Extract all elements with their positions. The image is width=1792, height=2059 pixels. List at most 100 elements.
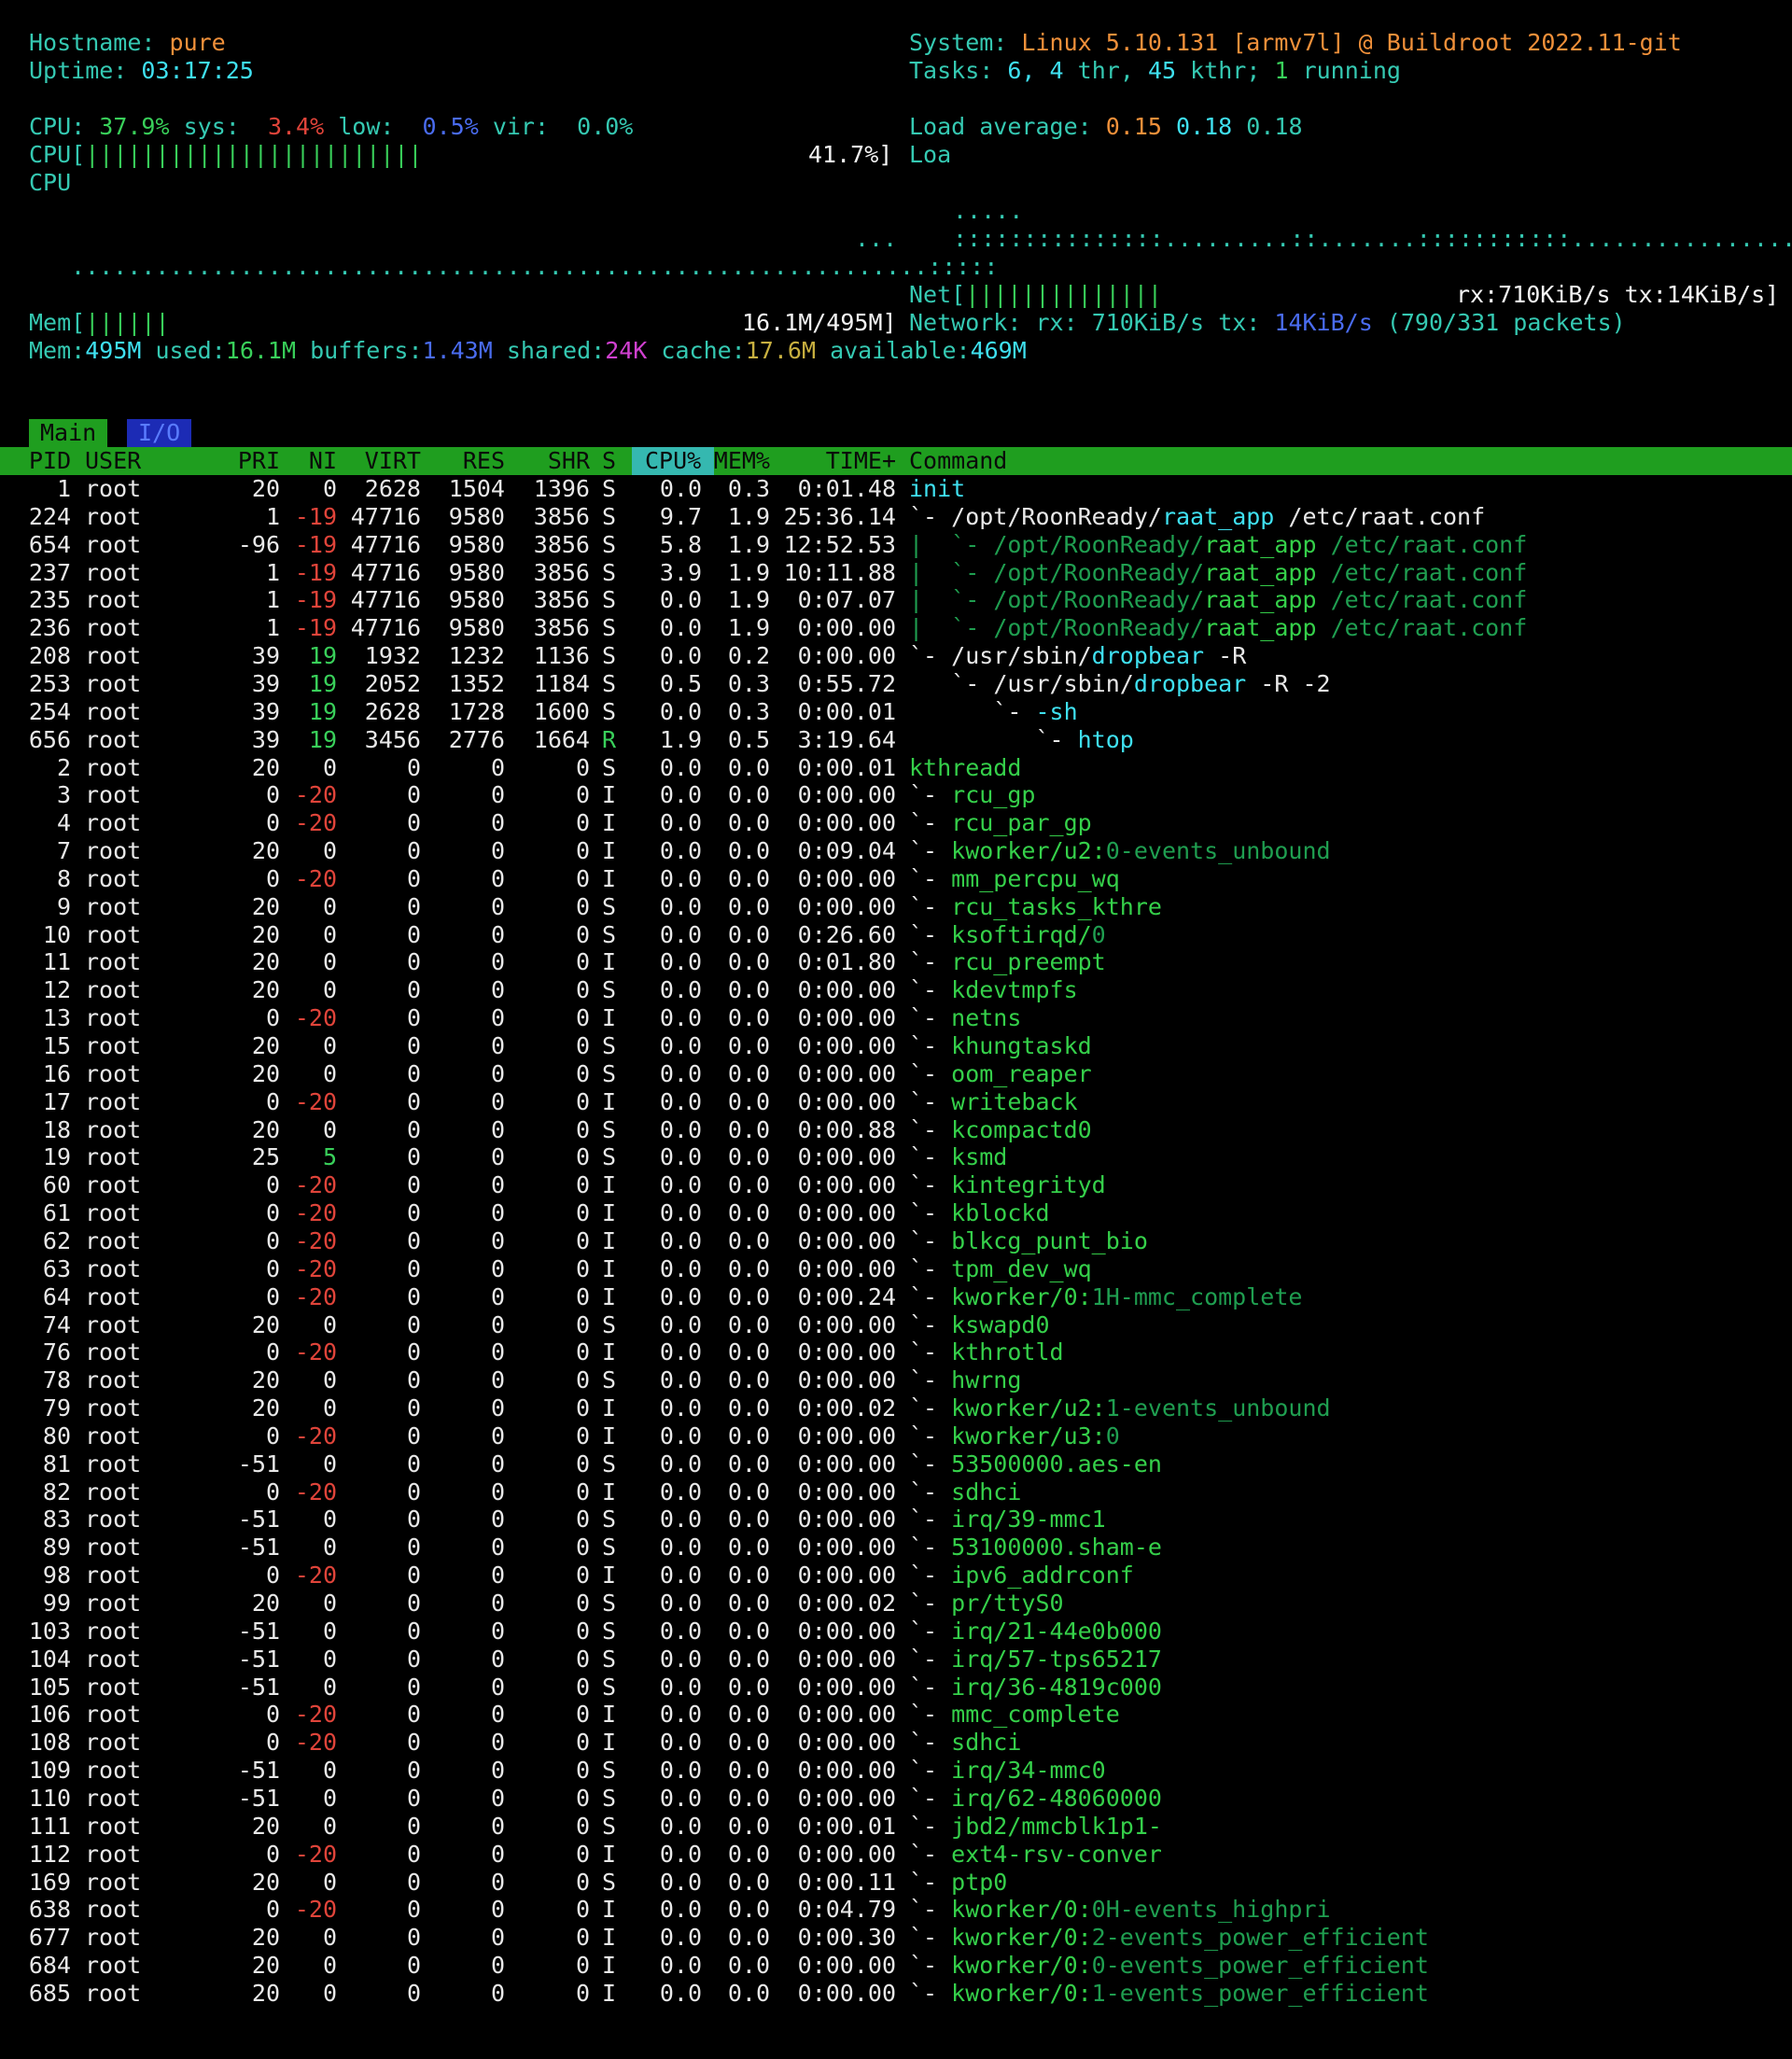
cell-mem: 0.0 <box>727 1199 770 1227</box>
col-pri[interactable]: PRI <box>224 447 280 475</box>
table-row[interactable]: 224 root 1 -19 47716 9580 3856 S 9.7 1.9 25:36.14 `… <box>0 503 1792 531</box>
tree-branch: | `- <box>909 530 994 558</box>
command-dir: /opt/RoonReady/ <box>993 586 1205 614</box>
cell-user: root <box>85 558 142 586</box>
col-state[interactable]: S <box>602 447 616 475</box>
cell-res: 0 <box>490 1171 505 1199</box>
table-row[interactable]: 18 root 20 0 0 0 0 S 0.0 0.0 0:00.88 `- kcompactd0 <box>0 1116 1792 1144</box>
table-row[interactable]: 7 root 20 0 0 0 0 I 0.0 0.0 0:09.04 `- kworker/u2:0… <box>0 837 1792 865</box>
cell-shr: 0 <box>575 1701 590 1729</box>
col-cpu[interactable]: CPU% <box>632 447 714 475</box>
table-row[interactable]: 12 root 20 0 0 0 0 S 0.0 0.0 0:00.00 `- kdevtmpfs <box>0 976 1792 1004</box>
col-user[interactable]: USER <box>85 447 141 475</box>
table-row[interactable]: 638 root 0 -20 0 0 0 I 0.0 0.0 0:04.79 `- kworker/0… <box>0 1896 1792 1924</box>
table-row[interactable]: 10 root 20 0 0 0 0 S 0.0 0.0 0:26.60 `- ksoftirqd/0 <box>0 921 1792 949</box>
table-row[interactable]: 11 root 20 0 0 0 0 I 0.0 0.0 0:01.80 `- rcu_preempt <box>0 948 1792 976</box>
cell-command: `- sdhci <box>909 1478 1021 1506</box>
table-row[interactable]: 82 root 0 -20 0 0 0 I 0.0 0.0 0:00.00 `- sdhci <box>0 1478 1792 1506</box>
cell-time: 0:00.00 <box>797 1143 896 1171</box>
table-row[interactable]: 108 root 0 -20 0 0 0 I 0.0 0.0 0:00.00 `- sdhci <box>0 1729 1792 1757</box>
cell-user: root <box>85 1310 142 1338</box>
col-time[interactable]: TIME+ <box>770 447 896 475</box>
cell-shr: 0 <box>575 1534 590 1562</box>
table-row[interactable]: 80 root 0 -20 0 0 0 I 0.0 0.0 0:00.00 `- kworker/u3… <box>0 1422 1792 1450</box>
table-row[interactable]: 110 root -51 0 0 0 0 S 0.0 0.0 0:00.00 `- irq/62-48… <box>0 1785 1792 1813</box>
table-row[interactable]: 105 root -51 0 0 0 0 S 0.0 0.0 0:00.00 `- irq/36-48… <box>0 1674 1792 1702</box>
table-row[interactable]: 76 root 0 -20 0 0 0 I 0.0 0.0 0:00.00 `- kthrotld <box>0 1338 1792 1366</box>
cell-pri: 20 <box>251 1310 280 1338</box>
table-row[interactable]: 74 root 20 0 0 0 0 S 0.0 0.0 0:00.00 `- kswapd0 <box>0 1311 1792 1339</box>
table-row[interactable]: 254 root 39 19 2628 1728 1600 S 0.0 0.3 0:00.01 `-… <box>0 698 1792 726</box>
table-row[interactable]: 109 root -51 0 0 0 0 S 0.0 0.0 0:00.00 `- irq/34-mm… <box>0 1757 1792 1785</box>
col-shr[interactable]: SHR <box>505 447 590 475</box>
table-row[interactable]: 656 root 39 19 3456 2776 1664 R 1.9 0.5 3:19.64 `-… <box>0 726 1792 754</box>
col-res[interactable]: RES <box>421 447 505 475</box>
table-row[interactable]: 15 root 20 0 0 0 0 S 0.0 0.0 0:00.00 `- khungtaskd <box>0 1032 1792 1060</box>
table-row[interactable]: 60 root 0 -20 0 0 0 I 0.0 0.0 0:00.00 `- kintegrity… <box>0 1171 1792 1199</box>
tab-io[interactable]: I/O <box>127 419 192 447</box>
cell-ni: 0 <box>322 1115 337 1143</box>
table-row[interactable]: 677 root 20 0 0 0 0 I 0.0 0.0 0:00.30 `- kworker/0:… <box>0 1924 1792 1952</box>
table-row[interactable]: 685 root 20 0 0 0 0 I 0.0 0.0 0:00.00 `- kworker/0:… <box>0 1980 1792 2008</box>
table-row[interactable]: 78 root 20 0 0 0 0 S 0.0 0.0 0:00.00 `- hwrng <box>0 1366 1792 1394</box>
table-row[interactable]: 16 root 20 0 0 0 0 S 0.0 0.0 0:00.00 `- oom_reaper <box>0 1060 1792 1088</box>
table-row[interactable]: 63 root 0 -20 0 0 0 I 0.0 0.0 0:00.00 `- tpm_dev_wq <box>0 1255 1792 1283</box>
table-row[interactable]: 89 root -51 0 0 0 0 S 0.0 0.0 0:00.00 `- 53100000.s… <box>0 1534 1792 1562</box>
cell-pri: 20 <box>251 892 280 920</box>
cell-shr: 0 <box>575 1784 590 1812</box>
table-row[interactable]: 111 root 20 0 0 0 0 S 0.0 0.0 0:00.01 `- jbd2/mmcbl… <box>0 1813 1792 1841</box>
cell-mem: 0.0 <box>727 892 770 920</box>
table-row[interactable]: 169 root 20 0 0 0 0 S 0.0 0.0 0:00.11 `- ptp0 <box>0 1869 1792 1897</box>
cell-ni: 0 <box>322 837 337 865</box>
cell-pid: 106 <box>28 1701 71 1729</box>
cell-command: `- irq/21-44e0b000 <box>909 1618 1162 1646</box>
table-row[interactable]: 236 root 1 -19 47716 9580 3856 S 0.0 1.9 0:00.00 | … <box>0 614 1792 642</box>
table-row[interactable]: 104 root -51 0 0 0 0 S 0.0 0.0 0:00.00 `- irq/57-tp… <box>0 1646 1792 1674</box>
table-row[interactable]: 79 root 20 0 0 0 0 I 0.0 0.0 0:00.02 `- kworker/u2:… <box>0 1394 1792 1422</box>
cell-user: root <box>85 1729 142 1757</box>
table-row[interactable]: 235 root 1 -19 47716 9580 3856 S 0.0 1.9 0:07.07 | … <box>0 586 1792 614</box>
table-row[interactable]: 13 root 0 -20 0 0 0 I 0.0 0.0 0:00.00 `- netns <box>0 1004 1792 1032</box>
table-row[interactable]: 64 root 0 -20 0 0 0 I 0.0 0.0 0:00.24 `- kworker/0:… <box>0 1283 1792 1311</box>
table-row[interactable]: 253 root 39 19 2052 1352 1184 S 0.5 0.3 0:55.72 `-… <box>0 670 1792 698</box>
table-row[interactable]: 98 root 0 -20 0 0 0 I 0.0 0.0 0:00.00 `- ipv6_addrc… <box>0 1562 1792 1590</box>
table-row[interactable]: 9 root 20 0 0 0 0 S 0.0 0.0 0:00.00 `- rcu_tasks_kt… <box>0 893 1792 921</box>
col-virt[interactable]: VIRT <box>337 447 421 475</box>
table-row[interactable]: 83 root -51 0 0 0 0 S 0.0 0.0 0:00.00 `- irq/39-mmc… <box>0 1506 1792 1534</box>
table-row[interactable]: 4 root 0 -20 0 0 0 I 0.0 0.0 0:00.00 `- rcu_par_gp <box>0 809 1792 837</box>
table-row[interactable]: 106 root 0 -20 0 0 0 I 0.0 0.0 0:00.00 `- mmc_compl… <box>0 1701 1792 1729</box>
table-row[interactable]: 81 root -51 0 0 0 0 S 0.0 0.0 0:00.00 `- 53500000.a… <box>0 1450 1792 1478</box>
tab-main[interactable]: Main <box>29 419 108 447</box>
table-row[interactable]: 1 root 20 0 2628 1504 1396 S 0.0 0.3 0:01.48 init <box>0 475 1792 503</box>
table-row[interactable]: 8 root 0 -20 0 0 0 I 0.0 0.0 0:00.00 `- mm_percpu_w… <box>0 865 1792 893</box>
cell-cpu: 0.0 <box>659 1506 702 1534</box>
cell-res: 0 <box>490 1478 505 1506</box>
cell-ni: -20 <box>294 1478 337 1506</box>
table-row[interactable]: 103 root -51 0 0 0 0 S 0.0 0.0 0:00.00 `- irq/21-44… <box>0 1618 1792 1646</box>
table-row[interactable]: 654 root -96 -19 47716 9580 3856 S 5.8 1.9 12:52.5… <box>0 531 1792 559</box>
col-command[interactable]: Command <box>909 447 1007 475</box>
table-row[interactable]: 684 root 20 0 0 0 0 I 0.0 0.0 0:00.00 `- kworker/0:… <box>0 1952 1792 1980</box>
table-row[interactable]: 19 root 25 5 0 0 0 S 0.0 0.0 0:00.00 `- ksmd <box>0 1143 1792 1171</box>
table-row[interactable]: 237 root 1 -19 47716 9580 3856 S 3.9 1.9 10:11.88 |… <box>0 559 1792 587</box>
table-row[interactable]: 17 root 0 -20 0 0 0 I 0.0 0.0 0:00.00 `- writeback <box>0 1088 1792 1116</box>
load-graph-dots: :::::::::::::::.........::.......:::::::… <box>953 225 1792 252</box>
cell-res: 0 <box>490 1979 505 2007</box>
table-row[interactable]: 99 root 20 0 0 0 0 S 0.0 0.0 0:00.02 `- pr/ttyS0 <box>0 1590 1792 1618</box>
cell-cpu: 0.0 <box>659 809 702 837</box>
cell-command: `- kintegrityd <box>909 1171 1106 1199</box>
table-row[interactable]: 61 root 0 -20 0 0 0 I 0.0 0.0 0:00.00 `- kblockd <box>0 1199 1792 1227</box>
table-row[interactable]: 112 root 0 -20 0 0 0 I 0.0 0.0 0:00.00 `- ext4-rsv-… <box>0 1841 1792 1869</box>
table-row[interactable]: 3 root 0 -20 0 0 0 I 0.0 0.0 0:00.00 `- rcu_gp <box>0 781 1792 809</box>
cell-ni: -20 <box>294 1254 337 1282</box>
cell-shr: 0 <box>575 1059 590 1087</box>
col-ni[interactable]: NI <box>280 447 337 475</box>
table-row[interactable]: 2 root 20 0 0 0 0 S 0.0 0.0 0:00.01 kthreadd <box>0 754 1792 782</box>
col-mem[interactable]: MEM% <box>711 447 770 475</box>
table-row[interactable]: 208 root 39 19 1932 1232 1136 S 0.0 0.2 0:00.00 `- … <box>0 642 1792 670</box>
cell-res: 0 <box>490 1282 505 1310</box>
col-pid[interactable]: PID <box>29 447 71 475</box>
cell-mem: 0.0 <box>727 1338 770 1366</box>
cell-pid: 105 <box>28 1673 71 1701</box>
table-row[interactable]: 62 root 0 -20 0 0 0 I 0.0 0.0 0:00.00 `- blkcg_punt… <box>0 1227 1792 1255</box>
